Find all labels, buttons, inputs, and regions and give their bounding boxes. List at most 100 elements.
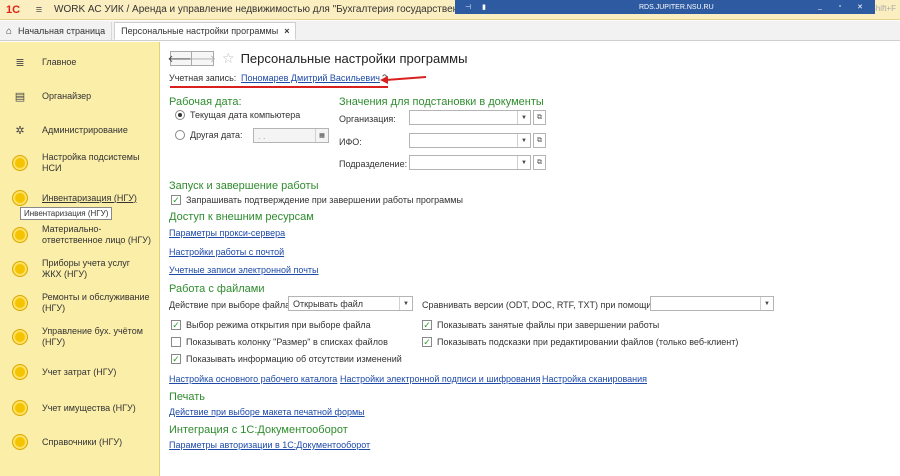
sections-sidebar: ≣ Главное ▤ Органайзер ✲ Администрирован… — [0, 42, 160, 476]
hints-checkbox[interactable]: ✓ Показывать подсказки при редактировани… — [422, 337, 738, 347]
other-date-field[interactable]: . . ▦ — [253, 128, 329, 143]
organizer-icon: ▤ — [14, 90, 26, 103]
checkbox-unchecked[interactable] — [171, 337, 181, 347]
org-open-icon[interactable]: ⧉ — [533, 110, 546, 125]
substitution-section: Значения для подстановки в документы — [339, 96, 544, 108]
compare-select[interactable]: ▼ — [650, 296, 774, 311]
signal-icon: ▮ — [482, 4, 486, 11]
restore-icon[interactable]: ▫ — [835, 3, 845, 11]
sidebar-item-label: Администрирование — [42, 124, 128, 135]
favorite-star-icon[interactable]: ☆ — [222, 50, 235, 67]
proxy-link[interactable]: Параметры прокси-сервера — [169, 228, 285, 238]
sidebar-item-label: Справочники (НГУ) — [42, 436, 123, 447]
checkbox-label: Показывать подсказки при редактировании … — [437, 337, 739, 347]
tab-close-icon[interactable]: × — [284, 26, 289, 36]
print-form-link[interactable]: Действие при выборе макета печатной форм… — [169, 407, 365, 417]
subsystem-circle-icon — [12, 329, 28, 345]
sidebar-item-property[interactable]: Учет имущества (НГУ) — [0, 400, 160, 416]
no-changes-checkbox[interactable]: ✓ Показывать информацию об отсутствии из… — [171, 354, 402, 364]
external-section: Доступ к внешним ресурсам — [169, 211, 314, 223]
ifo-open-icon[interactable]: ⧉ — [533, 133, 546, 148]
workdir-link[interactable]: Настройка основного рабочего каталога — [169, 374, 337, 384]
sidebar-item-organizer[interactable]: ▤ Органайзер — [0, 88, 160, 104]
tab-personal-settings[interactable]: Персональные настройки программы × — [114, 22, 297, 40]
size-column-checkbox[interactable]: Показывать колонку "Размер" в списках фа… — [171, 337, 388, 347]
minimize-icon[interactable]: _ — [815, 3, 825, 11]
tab-home-label: Начальная страница — [18, 26, 106, 36]
sidebar-item-accounting[interactable]: Управление бух. учётом (НГУ) — [0, 326, 160, 348]
sidebar-item-label: Органайзер — [42, 90, 92, 101]
files-section: Работа с файлами — [169, 283, 265, 295]
sidebar-item-label: Материально-ответственное лицо (НГУ) — [42, 224, 152, 245]
dropdown-arrow-icon[interactable]: ▼ — [517, 134, 530, 147]
checkbox-checked[interactable]: ✓ — [422, 320, 432, 330]
scan-settings-link[interactable]: Настройка сканирования — [542, 374, 647, 384]
sidebar-item-administration[interactable]: ✲ Администрирование — [0, 122, 160, 138]
radio-button[interactable] — [175, 110, 185, 120]
settings-form: 🡐 🡒 ☆ Персональные настройки программы У… — [161, 42, 900, 476]
sidebar-item-catalogs[interactable]: Справочники (НГУ) — [0, 434, 160, 450]
dropdown-arrow-icon[interactable]: ▼ — [517, 156, 530, 169]
print-section: Печать — [169, 391, 206, 403]
close-icon[interactable]: ✕ — [855, 3, 865, 11]
sidebar-item-costs[interactable]: Учет затрат (НГУ) — [0, 364, 160, 380]
subsystem-circle-icon — [12, 227, 28, 243]
sidebar-tooltip: Инвентаризация (НГУ) — [20, 207, 113, 220]
tab-home[interactable]: ⌂ Начальная страница — [0, 22, 113, 40]
email-accounts-link[interactable]: Учетные записи электронной почты — [169, 265, 319, 275]
radio-other-date[interactable]: Другая дата: — [175, 130, 243, 140]
checkbox-checked[interactable]: ✓ — [171, 320, 181, 330]
annotation-arrow-icon — [380, 76, 427, 84]
dept-field[interactable]: ▼ — [409, 155, 531, 170]
dept-open-icon[interactable]: ⧉ — [533, 155, 546, 170]
ifo-field[interactable]: ▼ — [409, 133, 531, 148]
sidebar-item-label: Учет имущества (НГУ) — [42, 402, 136, 413]
file-action-select[interactable]: Открывать файл ▼ — [288, 296, 413, 311]
dropdown-arrow-icon[interactable]: ▼ — [399, 297, 412, 310]
checkbox-checked[interactable]: ✓ — [171, 195, 181, 205]
docflow-auth-link[interactable]: Параметры авторизации в 1С:Документообор… — [169, 440, 370, 450]
open-mode-checkbox[interactable]: ✓ Выбор режима открытия при выборе файла — [171, 320, 371, 330]
dropdown-arrow-icon[interactable]: ▼ — [760, 297, 773, 310]
sidebar-item-mol[interactable]: Материально-ответственное лицо (НГУ) — [0, 224, 160, 246]
forward-button[interactable]: 🡒 — [189, 51, 216, 66]
mail-settings-link[interactable]: Настройки работы с почтой — [169, 247, 284, 257]
gear-icon: ✲ — [15, 124, 25, 137]
radio-label: Другая дата: — [190, 130, 243, 140]
sidebar-item-label: Инвентаризация (НГУ) — [42, 192, 137, 203]
pin-icon[interactable]: ⊣ — [463, 3, 473, 11]
subsystem-circle-icon — [12, 434, 28, 450]
sidebar-item-label: Ремонты и обслуживание (НГУ) — [42, 292, 150, 313]
startup-section: Запуск и завершение работы — [169, 180, 319, 192]
main-menu-icon[interactable]: ≡ — [32, 3, 46, 17]
checkbox-checked[interactable]: ✓ — [171, 354, 181, 364]
home-icon: ⌂ — [6, 25, 13, 37]
confirm-exit-checkbox[interactable]: ✓ Запрашивать подтверждение при завершен… — [171, 195, 463, 205]
radio-label: Текущая дата компьютера — [190, 110, 301, 120]
sidebar-item-inventory[interactable]: Инвентаризация (НГУ) — [0, 190, 160, 206]
radio-computer-date[interactable]: Текущая дата компьютера — [175, 110, 300, 120]
sidebar-item-label: Главное — [42, 56, 77, 67]
sidebar-item-repairs[interactable]: Ремонты и обслуживание (НГУ) — [0, 292, 160, 314]
checkbox-checked[interactable]: ✓ — [422, 337, 432, 347]
subsystem-circle-icon — [12, 364, 28, 380]
calendar-icon[interactable]: ▦ — [315, 129, 328, 142]
dropdown-arrow-icon[interactable]: ▼ — [517, 111, 530, 124]
tabs-bar: ⌂ Начальная страница Персональные настро… — [0, 21, 900, 41]
compare-label: Сравнивать версии (ODT, DOC, RTF, TXT) п… — [422, 300, 654, 310]
annotation-underline — [170, 86, 388, 88]
esign-link[interactable]: Настройки электронной подписи и шифрован… — [340, 374, 541, 384]
other-date-value: . . — [258, 130, 266, 141]
sidebar-item-label: Учет затрат (НГУ) — [42, 366, 117, 377]
account-link[interactable]: Пономарев Дмитрий Васильевич — [241, 73, 380, 83]
file-action-value: Открывать файл — [293, 298, 364, 309]
subsystem-circle-icon — [12, 261, 28, 277]
org-field[interactable]: ▼ — [409, 110, 531, 125]
sidebar-item-meters[interactable]: Приборы учета услуг ЖКХ (НГУ) — [0, 258, 160, 280]
sidebar-item-main[interactable]: ≣ Главное — [0, 54, 160, 70]
sidebar-item-nsi[interactable]: Настройка подсистемы НСИ — [0, 152, 160, 174]
app-logo: 1С — [6, 3, 21, 16]
busy-files-checkbox[interactable]: ✓ Показывать занятые файлы при завершени… — [422, 320, 659, 330]
subsystem-circle-icon — [12, 295, 28, 311]
radio-button[interactable] — [175, 130, 185, 140]
